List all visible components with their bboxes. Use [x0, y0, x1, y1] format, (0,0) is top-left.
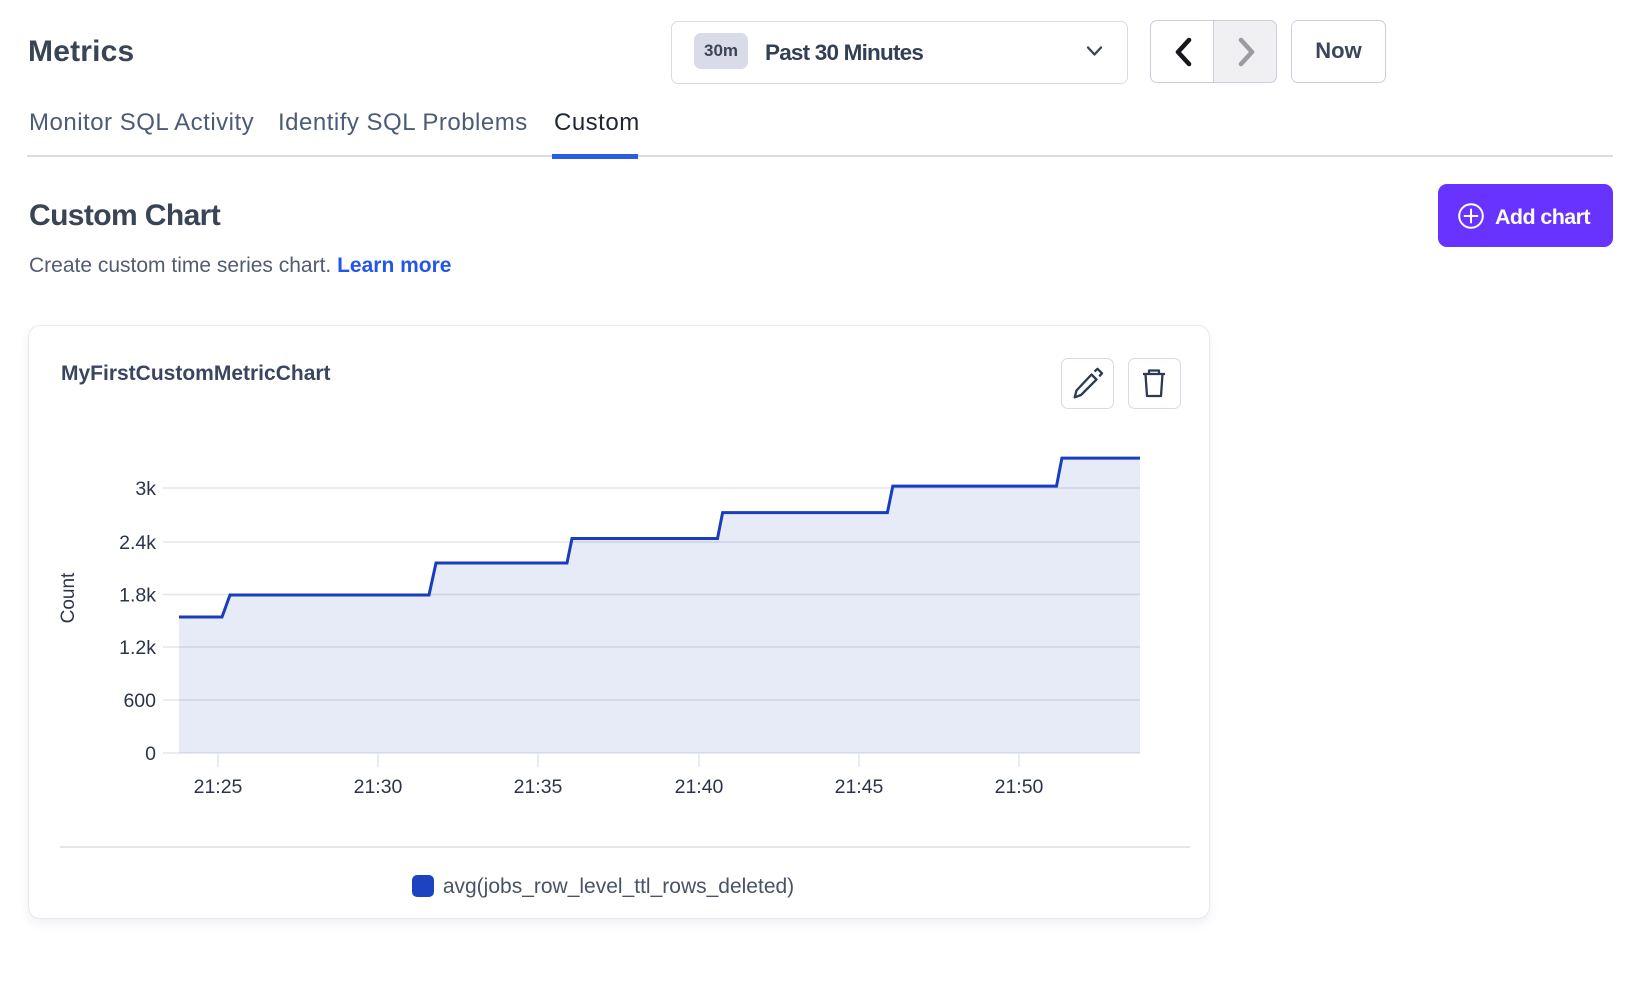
- svg-text:21:30: 21:30: [354, 776, 403, 798]
- svg-text:3k: 3k: [135, 478, 156, 500]
- svg-text:21:40: 21:40: [675, 776, 724, 798]
- svg-text:600: 600: [123, 690, 156, 712]
- svg-text:21:35: 21:35: [514, 776, 563, 798]
- svg-text:21:25: 21:25: [194, 776, 243, 798]
- svg-text:1.8k: 1.8k: [119, 585, 156, 607]
- svg-text:Count: Count: [58, 572, 79, 623]
- svg-text:21:45: 21:45: [835, 776, 884, 798]
- svg-text:21:50: 21:50: [995, 776, 1044, 798]
- svg-text:0: 0: [145, 743, 156, 765]
- svg-text:1.2k: 1.2k: [119, 637, 156, 659]
- svg-text:2.4k: 2.4k: [119, 532, 156, 554]
